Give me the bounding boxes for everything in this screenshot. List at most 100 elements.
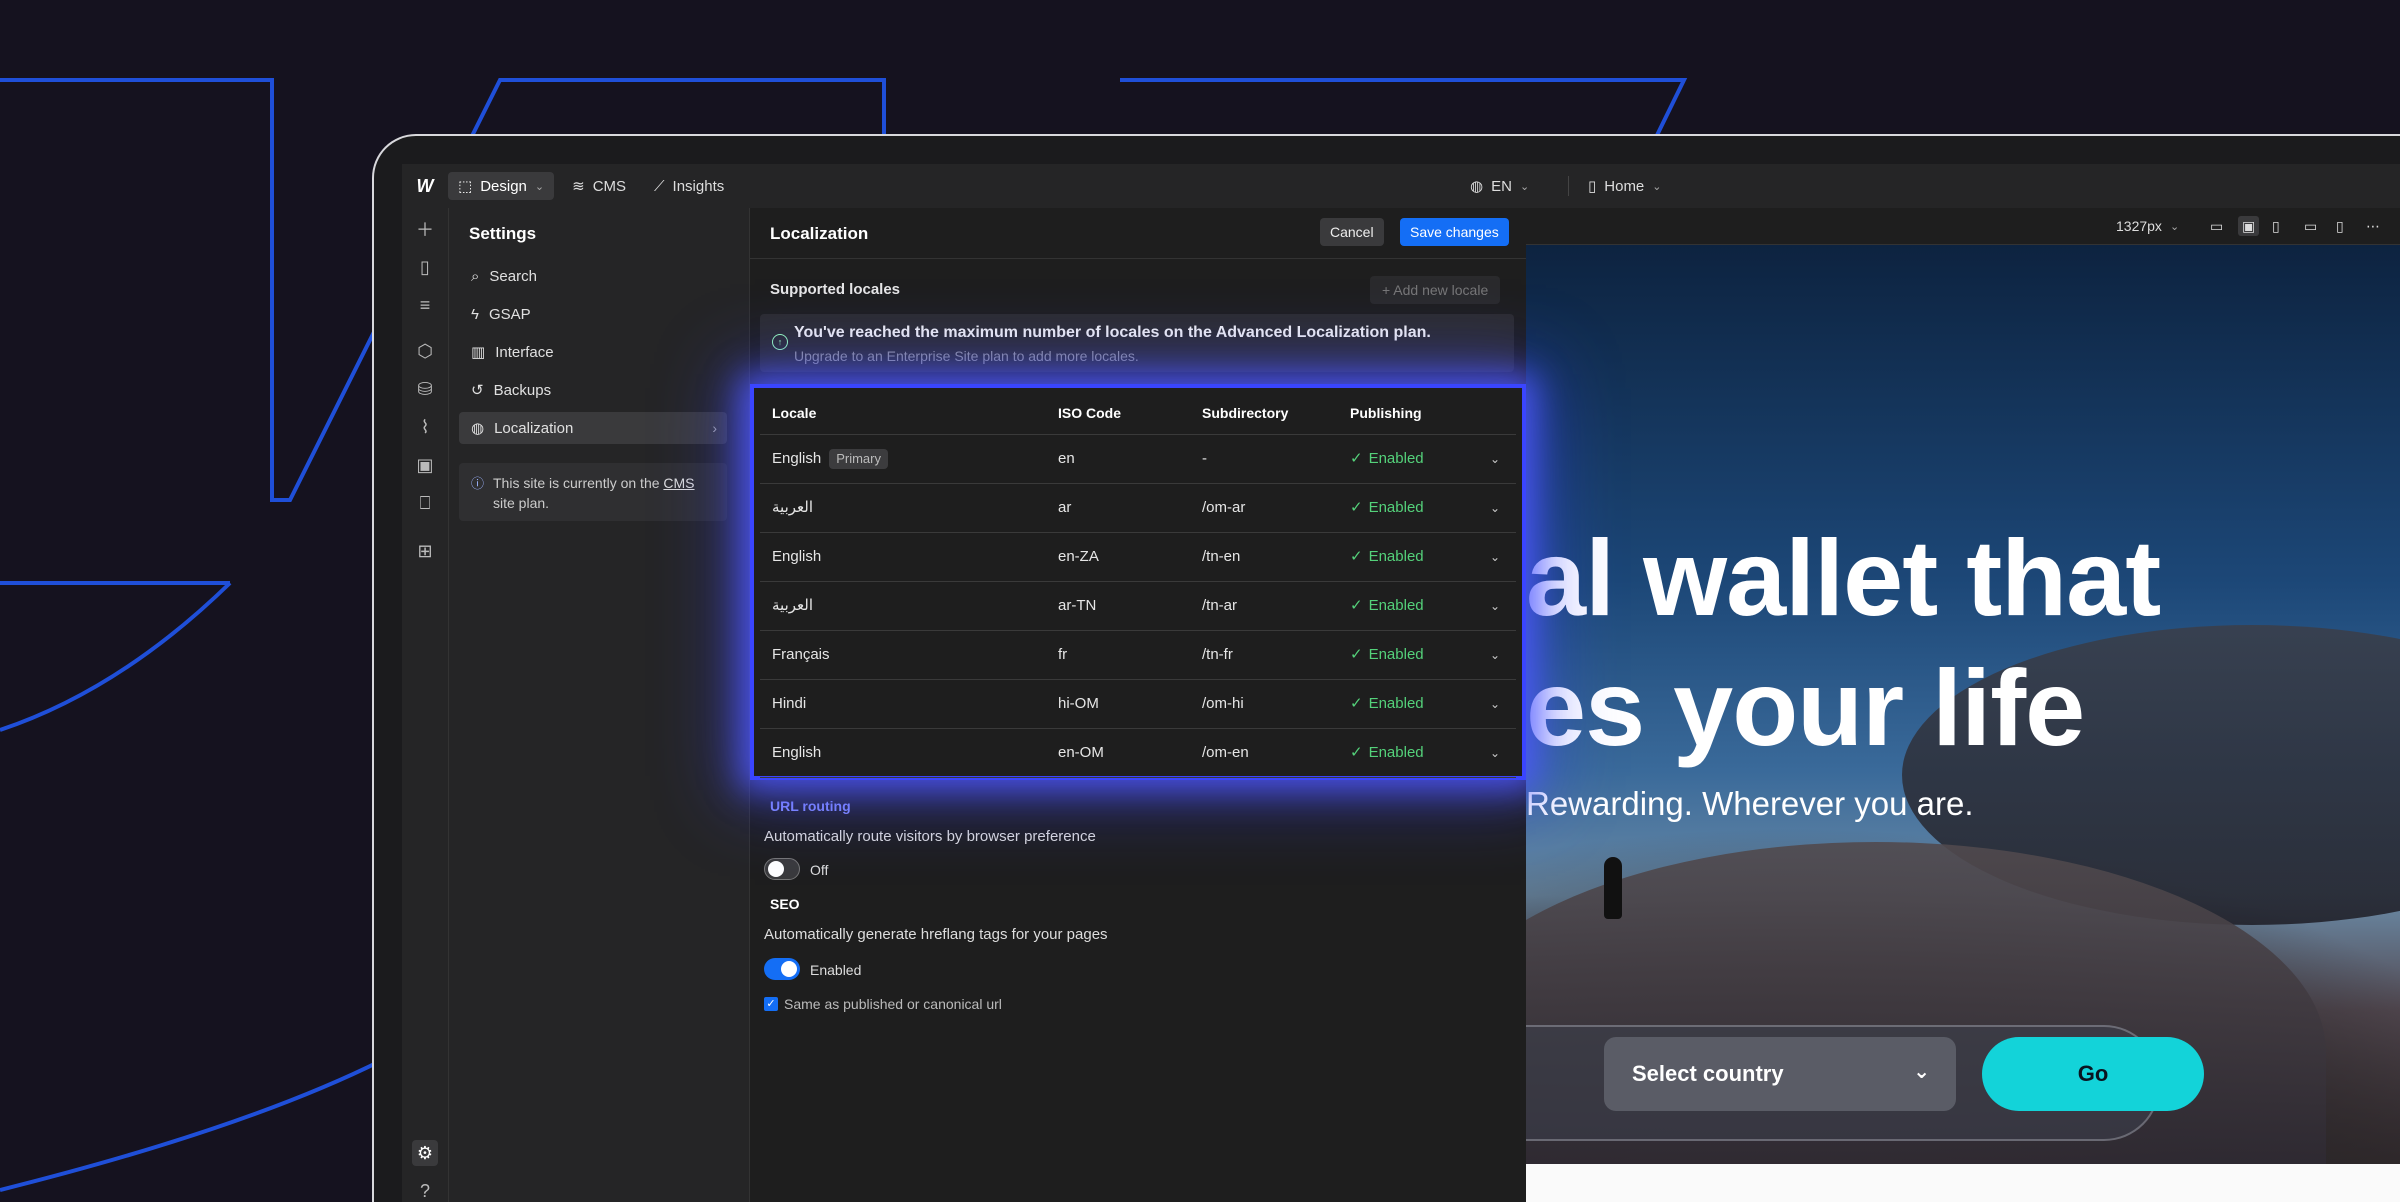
page-switcher[interactable]: ▯ Home ⌄: [1588, 164, 1662, 208]
locale-cell: العربية: [772, 499, 813, 516]
settings-item-label: Backups: [493, 381, 552, 399]
styles-icon[interactable]: ⌇: [412, 414, 438, 440]
globe-icon: ◍: [1470, 178, 1484, 195]
insights-label: Insights: [672, 177, 725, 195]
page-icon: ▯: [1588, 178, 1597, 195]
settings-item-label: GSAP: [488, 305, 531, 323]
row-expand-chevron-icon[interactable]: ⌄: [1490, 680, 1500, 728]
warning-title: You've reached the maximum number of loc…: [794, 324, 1431, 341]
navigator-icon[interactable]: ≡: [412, 292, 438, 318]
more-options-icon[interactable]: ⋯: [2366, 216, 2380, 236]
table-row[interactable]: English en-OM /om-en ✓ Enabled ⌄: [760, 729, 1516, 778]
publishing-cell: ✓ Enabled: [1350, 484, 1424, 532]
iso-cell: fr: [1058, 646, 1068, 663]
canvas-toolbar: 1327px ⌄ ▭ ▣ ▯ ▭ ▯ ⋯: [1526, 208, 2400, 245]
row-expand-chevron-icon[interactable]: ⌄: [1490, 484, 1500, 532]
add-icon[interactable]: ＋: [412, 216, 438, 242]
cancel-button[interactable]: Cancel: [1320, 218, 1384, 246]
library-icon[interactable]: ⎕: [412, 490, 438, 516]
settings-panel: Settings ⌕ Search ϟ GSAP ▥ Interface ↺ B…: [449, 208, 750, 1202]
traveler-silhouette: [1604, 857, 1622, 919]
design-mode-button[interactable]: ⬚ Design ⌄: [448, 172, 555, 200]
settings-item-label: Localization: [494, 419, 574, 437]
table-row[interactable]: English Primary en - ✓ Enabled ⌄: [760, 435, 1516, 484]
hreflang-toggle[interactable]: [764, 958, 800, 980]
canvas-width-selector[interactable]: 1327px ⌄: [2116, 216, 2179, 236]
settings-item-backups[interactable]: ↺ Backups: [459, 374, 727, 406]
pages-icon[interactable]: ▯: [412, 254, 438, 280]
go-button[interactable]: Go: [1982, 1037, 2204, 1111]
webflow-logo-icon[interactable]: W: [402, 176, 448, 197]
table-row[interactable]: English en-ZA /tn-en ✓ Enabled ⌄: [760, 533, 1516, 582]
canonical-checkbox[interactable]: ✓: [764, 997, 778, 1011]
localization-header: Localization Cancel Save changes: [750, 208, 1526, 259]
check-icon: ✓: [1350, 695, 1363, 712]
chevron-down-icon: ⌄: [1652, 180, 1662, 193]
cms-label: CMS: [592, 177, 627, 195]
help-icon[interactable]: ?: [412, 1178, 438, 1202]
iso-cell: ar-TN: [1058, 597, 1097, 614]
cms-plan-link[interactable]: CMS: [663, 475, 694, 491]
settings-item-gsap[interactable]: ϟ GSAP: [459, 298, 727, 330]
select-country-dropdown[interactable]: Select country ⌄: [1604, 1037, 1956, 1111]
save-changes-button[interactable]: Save changes: [1400, 218, 1509, 246]
table-row[interactable]: Hindi hi-OM /om-hi ✓ Enabled ⌄: [760, 680, 1516, 729]
assets-icon[interactable]: ▣: [412, 452, 438, 478]
upgrade-icon: ↑: [772, 334, 788, 350]
topbar-divider: [1568, 176, 1569, 196]
table-header-row: Locale ISO Code Subdirectory Publishing: [760, 392, 1516, 435]
publishing-cell: ✓ Enabled: [1350, 680, 1424, 728]
sidebar-layout-icon: ▥: [471, 344, 486, 361]
mobile-portrait-icon[interactable]: ▯: [2336, 216, 2344, 236]
tablet-breakpoint-icon[interactable]: ▯: [2272, 216, 2280, 236]
variables-icon[interactable]: ⛁: [412, 376, 438, 402]
iso-cell: hi-OM: [1058, 695, 1099, 712]
row-expand-chevron-icon[interactable]: ⌄: [1490, 533, 1500, 581]
apps-icon[interactable]: ⊞: [412, 538, 438, 564]
mobile-landscape-icon[interactable]: ▭: [2304, 216, 2317, 236]
settings-item-interface[interactable]: ▥ Interface: [459, 336, 727, 368]
base-breakpoint-icon[interactable]: ▣: [2238, 216, 2260, 236]
settings-item-label: Interface: [495, 343, 554, 361]
cms-mode-button[interactable]: ≋ CMS: [562, 172, 636, 200]
check-icon: ✓: [1350, 744, 1363, 761]
next-section-edge: [1526, 1164, 2400, 1202]
iso-cell: ar: [1058, 499, 1072, 516]
settings-item-localization[interactable]: ◍ Localization ›: [459, 412, 727, 444]
bolt-icon: ϟ: [471, 305, 479, 323]
publishing-cell: ✓ Enabled: [1350, 435, 1424, 483]
settings-gear-icon[interactable]: ⚙: [412, 1140, 438, 1166]
primary-badge: Primary: [829, 449, 888, 469]
components-icon[interactable]: ⬡: [412, 338, 438, 364]
chart-icon: ⟋: [654, 177, 665, 195]
insights-mode-button[interactable]: ⟋ Insights: [644, 172, 734, 200]
url-routing-description: Automatically route visitors by browser …: [764, 828, 1096, 845]
row-expand-chevron-icon[interactable]: ⌄: [1490, 631, 1500, 679]
header-locale: Locale: [772, 405, 817, 421]
settings-item-search[interactable]: ⌕ Search: [459, 260, 727, 292]
row-expand-chevron-icon[interactable]: ⌄: [1490, 582, 1500, 630]
url-routing-toggle[interactable]: [764, 858, 800, 880]
publishing-cell: ✓ Enabled: [1350, 533, 1424, 581]
add-new-locale-button[interactable]: + Add new locale: [1370, 276, 1501, 304]
canvas-preview[interactable]: al wallet that es your life Rewarding. W…: [1526, 245, 2400, 1202]
row-expand-chevron-icon[interactable]: ⌄: [1490, 729, 1500, 777]
chevron-right-icon: ›: [712, 420, 717, 436]
publishing-status: Enabled: [1368, 548, 1424, 565]
notice-text-pre: This site is currently on the: [493, 475, 664, 491]
table-row[interactable]: Français fr /tn-fr ✓ Enabled ⌄: [760, 631, 1516, 680]
publishing-status: Enabled: [1368, 646, 1424, 663]
info-icon: ⓘ: [471, 476, 485, 491]
check-icon: ✓: [1350, 499, 1363, 516]
header-subdirectory: Subdirectory: [1202, 405, 1289, 421]
chevron-down-icon: ⌄: [534, 180, 545, 193]
table-row[interactable]: العربية ar /om-ar ✓ Enabled ⌄: [760, 484, 1516, 533]
row-expand-chevron-icon[interactable]: ⌄: [1490, 435, 1500, 483]
subdirectory-cell: -: [1202, 450, 1207, 467]
select-country-label: Select country: [1632, 1061, 1784, 1086]
desktop-breakpoint-icon[interactable]: ▭: [2210, 216, 2223, 236]
table-row[interactable]: العربية ar-TN /tn-ar ✓ Enabled ⌄: [760, 582, 1516, 631]
locale-label: EN: [1491, 177, 1512, 195]
left-icon-rail: ＋ ▯ ≡ ⬡ ⛁ ⌇ ▣ ⎕ ⊞ ⚙ ? ■: [402, 208, 449, 1202]
locale-switcher[interactable]: ◍ EN ⌄: [1470, 164, 1529, 208]
